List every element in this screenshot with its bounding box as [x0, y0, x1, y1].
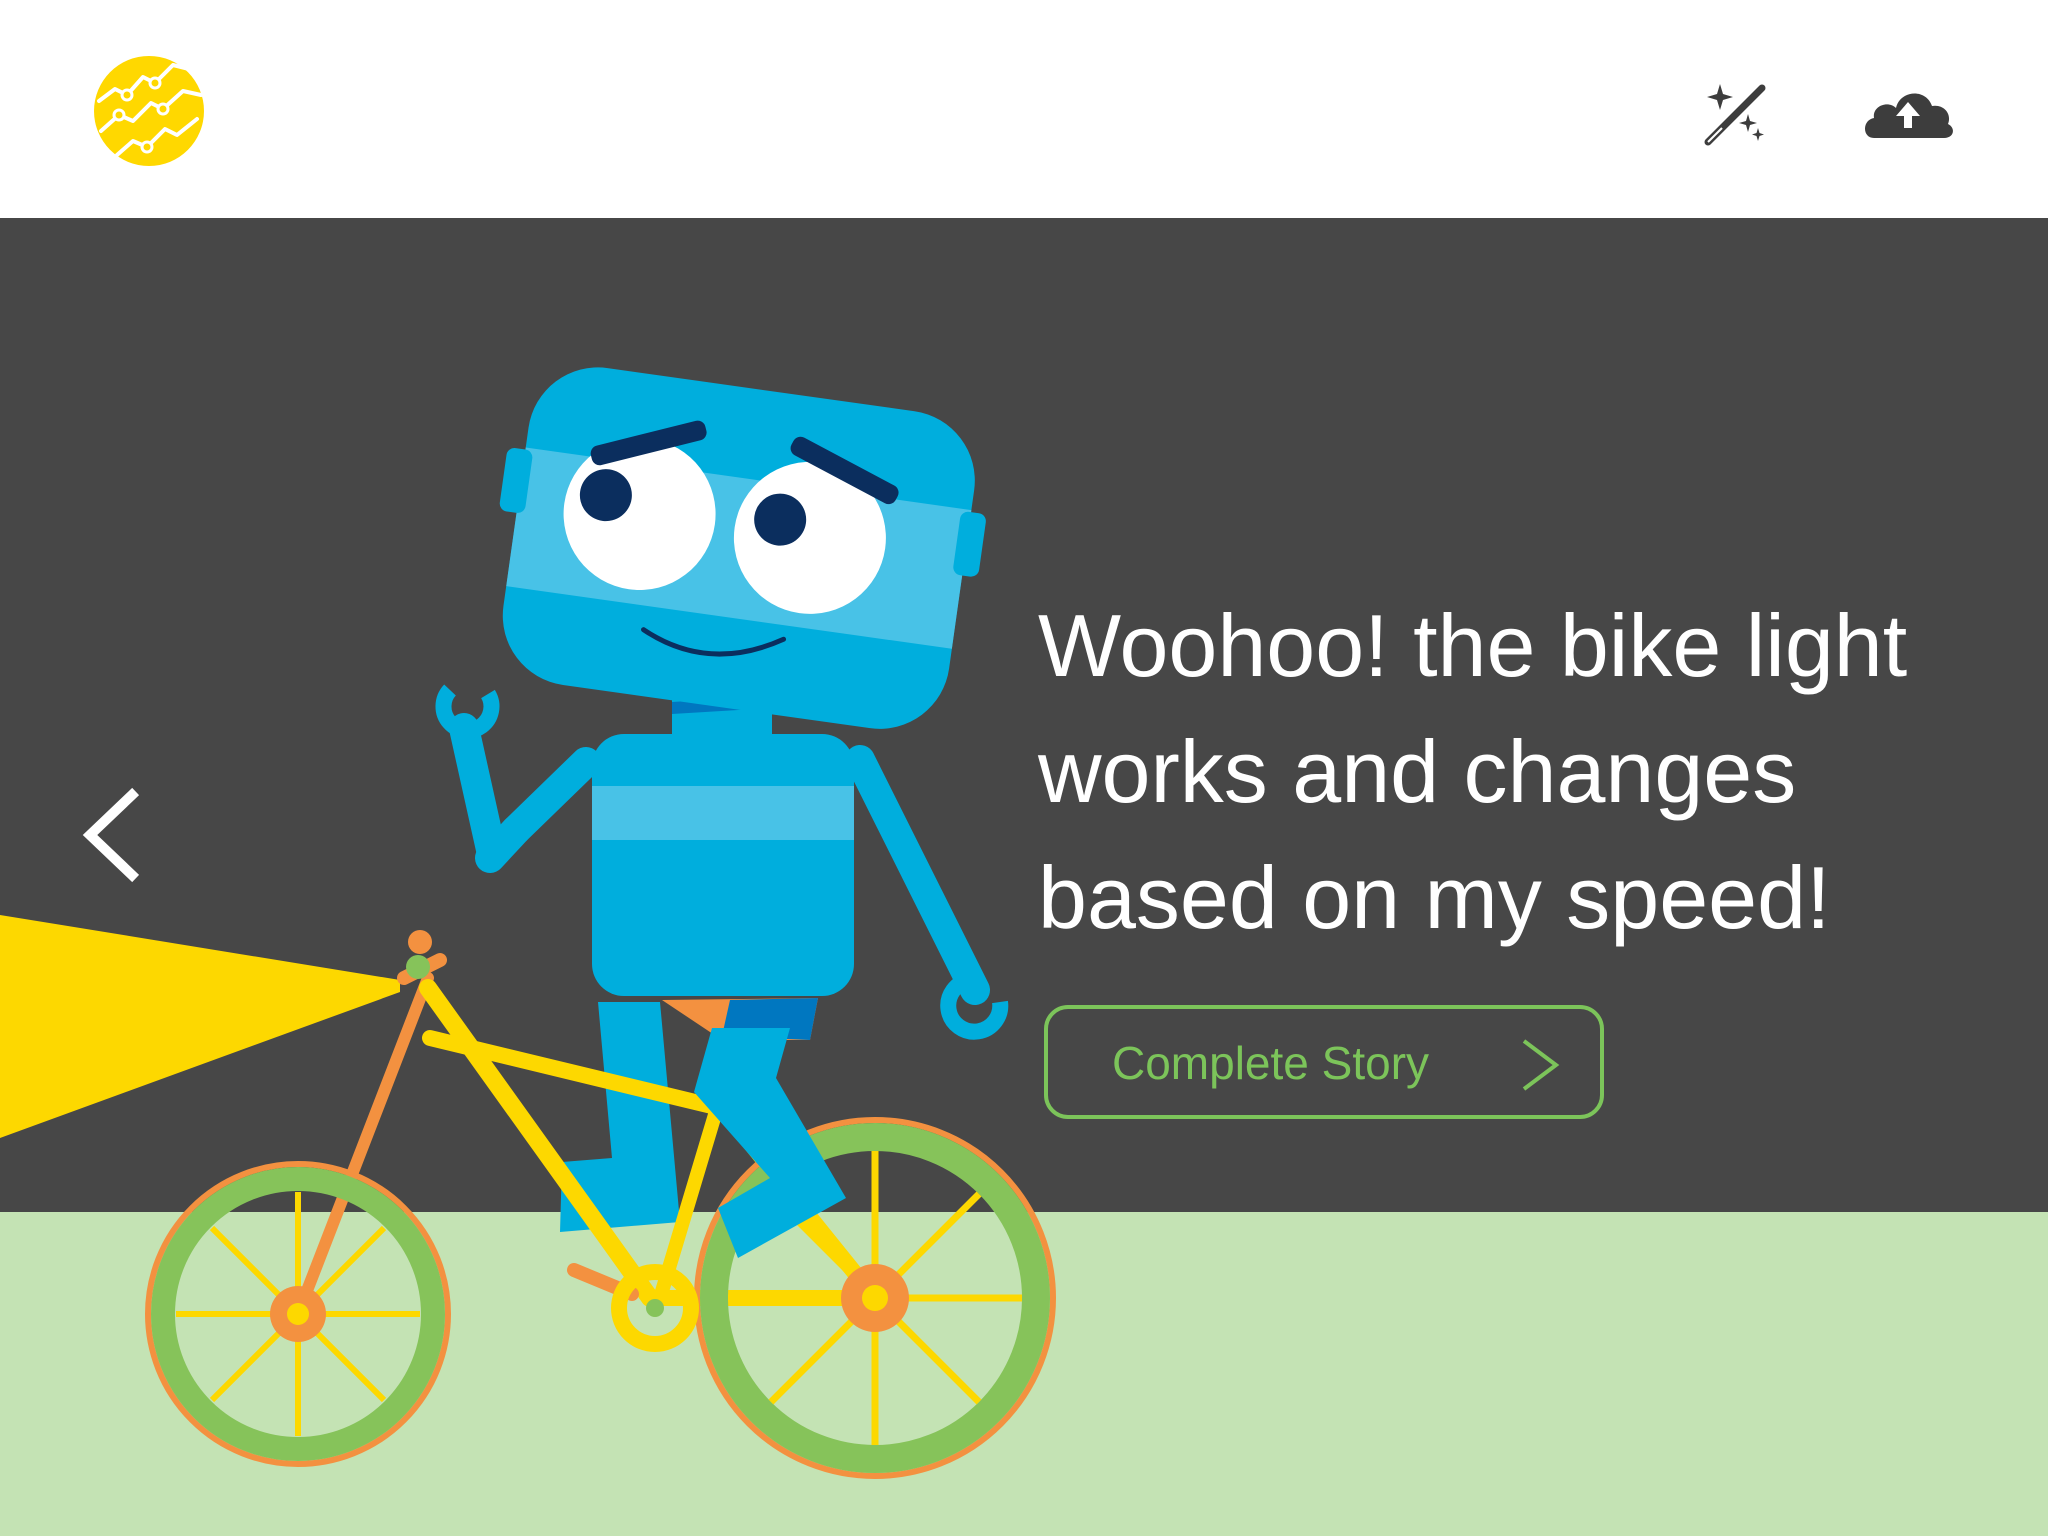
story-text: Woohoo! the bike light works and changes…	[1038, 596, 1908, 947]
magic-wand-icon[interactable]	[1700, 80, 1770, 150]
app-logo-icon[interactable]	[93, 55, 205, 167]
top-bar	[0, 0, 2048, 218]
story-scene: Woohoo! the bike light works and changes…	[0, 218, 2048, 1536]
chevron-left-icon[interactable]	[78, 785, 148, 885]
cloud-upload-icon[interactable]	[1860, 76, 1956, 146]
complete-story-label: Complete Story	[1112, 1037, 1430, 1089]
chevron-right-icon	[1522, 1039, 1560, 1091]
complete-story-button[interactable]: Complete Story	[1044, 1005, 1604, 1119]
